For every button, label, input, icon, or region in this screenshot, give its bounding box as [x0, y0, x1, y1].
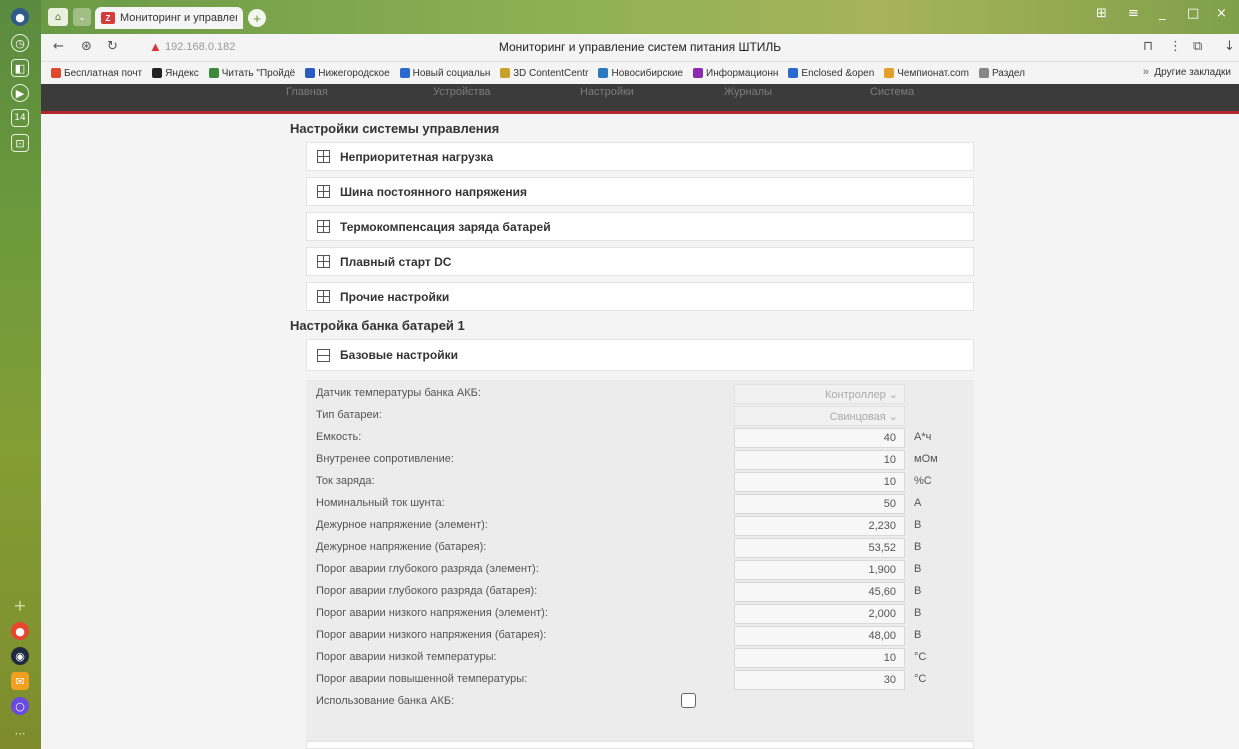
tab-menu-icon[interactable]: ⌄	[73, 8, 91, 26]
expand-icon[interactable]	[317, 255, 330, 268]
page-title: Мониторинг и управление систем питания Ш…	[498, 40, 782, 54]
bookmark-item[interactable]: Читать "Пройдё	[208, 68, 295, 79]
field-row: Номинальный ток шунта: 50 А	[316, 494, 956, 514]
field-row: Порог аварии низкого напряжения (батарея…	[316, 626, 956, 646]
bookmark-icon[interactable]: ⊓	[1143, 39, 1153, 54]
bookmarks-bar: Бесплатная почт Яндекс Читать "Пройдё Ни…	[41, 62, 1239, 84]
close-window-icon[interactable]: ×	[1216, 6, 1227, 21]
next-panel[interactable]	[306, 741, 974, 749]
more-bookmarks-icon[interactable]: »	[1143, 66, 1149, 78]
maximize-icon[interactable]: □	[1187, 6, 1199, 21]
use-battery-bank-checkbox[interactable]	[681, 693, 696, 708]
address-bar-row: ← ⊛ ↻ ▲ 192.168.0.182 Мониторинг и управ…	[41, 34, 1239, 62]
chat-app-icon[interactable]: ◉	[11, 647, 29, 665]
expand-icon[interactable]	[317, 220, 330, 233]
panel-soft-start[interactable]: Плавный старт DC	[306, 247, 974, 276]
float-voltage-cell-input[interactable]: 2,230	[734, 516, 905, 536]
expand-icon[interactable]	[317, 185, 330, 198]
download-icon[interactable]: ↓	[1224, 39, 1235, 54]
bookmark-item[interactable]: Нижегородское	[305, 68, 390, 79]
panel-thermo-comp[interactable]: Термокомпенсация заряда батарей	[306, 212, 974, 241]
calendar-icon[interactable]: 14	[11, 109, 29, 127]
bookmark-item[interactable]: Яндекс	[152, 68, 199, 79]
field-row: Дежурное напряжение (батарея): 53,52 В	[316, 538, 956, 558]
low-temp-input[interactable]: 10	[734, 648, 905, 668]
bookmark-item[interactable]: Enclosed &open	[788, 68, 874, 79]
mail-app-icon[interactable]: ✉	[11, 672, 29, 690]
nav-logs[interactable]: Журналы	[724, 86, 772, 98]
bookmark-item[interactable]: Новый социальн	[399, 68, 490, 79]
deep-discharge-cell-input[interactable]: 1,900	[734, 560, 905, 580]
bookmark-item[interactable]: Информационн	[693, 68, 778, 79]
bookmark-item[interactable]: 3D ContentCentr	[500, 68, 588, 79]
clock-icon[interactable]: ◷	[11, 34, 29, 52]
more-icon[interactable]: ⋯	[11, 724, 29, 742]
nav-devices[interactable]: Устройства	[433, 86, 491, 98]
field-row: Использование банка АКБ:	[316, 692, 956, 712]
battery-type-select[interactable]: Свинцовая ⌄	[734, 406, 905, 426]
expand-icon[interactable]	[317, 290, 330, 303]
app-nav: Главная Устройства Настройки Журналы Сис…	[41, 84, 1239, 114]
panel-other-settings[interactable]: Прочие настройки	[306, 282, 974, 311]
tab-title: Мониторинг и управлен ×	[120, 12, 237, 24]
capacity-input[interactable]: 40	[734, 428, 905, 448]
yandex-icon[interactable]: ●	[11, 8, 29, 26]
menu-icon[interactable]: ≡	[1128, 6, 1139, 21]
red-app-icon[interactable]: ●	[11, 622, 29, 640]
play-icon[interactable]: ▶	[11, 84, 29, 102]
tab-strip: ⌂ ⌄ Z Мониторинг и управлен × + ⊞ ≡ _ □ …	[41, 0, 1239, 34]
field-row: Порог аварии глубокого разряда (батарея)…	[316, 582, 956, 602]
gallery-icon[interactable]: ⊡	[11, 134, 29, 152]
expand-icon[interactable]	[317, 150, 330, 163]
temp-sensor-select[interactable]: Контроллер ⌄	[734, 384, 905, 404]
site-favicon-icon: Z	[101, 12, 115, 24]
field-row: Порог аварии низкого напряжения (элемент…	[316, 604, 956, 624]
main-content: Настройки системы управления Неприоритет…	[41, 117, 1239, 749]
low-voltage-battery-input[interactable]: 48,00	[734, 626, 905, 646]
new-tab-button[interactable]: +	[248, 9, 266, 27]
alice-icon[interactable]: ○	[11, 697, 29, 715]
panel-basic-settings[interactable]: Базовые настройки	[306, 339, 974, 371]
resistance-input[interactable]: 10	[734, 450, 905, 470]
field-row: Порог аварии глубокого разряда (элемент)…	[316, 560, 956, 580]
float-voltage-battery-input[interactable]: 53,52	[734, 538, 905, 558]
basic-settings-body: Датчик температуры банка АКБ: Контроллер…	[306, 380, 974, 741]
field-row: Тип батареи: Свинцовая ⌄	[316, 406, 956, 426]
panel-dc-bus[interactable]: Шина постоянного напряжения	[306, 177, 974, 206]
nav-system[interactable]: Система	[870, 86, 914, 98]
bookmark-item[interactable]: Новосибирские	[598, 68, 683, 79]
field-row: Датчик температуры банка АКБ: Контроллер…	[316, 384, 956, 404]
browser-sidebar: ● ◷ ◧ ▶ 14 ⊡ + ● ◉ ✉ ○ ⋯	[0, 0, 41, 749]
field-row: Дежурное напряжение (элемент): 2,230 В	[316, 516, 956, 536]
shunt-current-input[interactable]: 50	[734, 494, 905, 514]
field-row: Порог аварии низкой температуры: 10 °С	[316, 648, 956, 668]
field-row: Порог аварии повышенной температуры: 30 …	[316, 670, 956, 690]
nav-settings[interactable]: Настройки	[580, 86, 634, 98]
panel-nonpriority-load[interactable]: Неприоритетная нагрузка	[306, 142, 974, 171]
home-tab-icon[interactable]: ⌂	[48, 8, 68, 26]
section-title: Настройки системы управления	[290, 121, 500, 136]
collections-icon[interactable]: ◧	[11, 59, 29, 77]
bookmark-item[interactable]: Бесплатная почт	[51, 68, 142, 79]
deep-discharge-battery-input[interactable]: 45,60	[734, 582, 905, 602]
field-row: Внутренее сопротивление: 10 мОм	[316, 450, 956, 470]
other-bookmarks[interactable]: Другие закладки	[1154, 67, 1231, 78]
charge-current-input[interactable]: 10	[734, 472, 905, 492]
bookmark-item[interactable]: Чемпионат.com	[884, 68, 969, 79]
protect-icon[interactable]: ⊞	[1096, 6, 1107, 21]
reader-icon[interactable]: ⧉	[1193, 39, 1202, 54]
field-row: Емкость: 40 А*ч	[316, 428, 956, 448]
bookmark-item[interactable]: Раздел	[978, 68, 1025, 79]
collapse-icon[interactable]	[317, 348, 330, 362]
section-title: Настройка банка батарей 1	[290, 318, 465, 333]
more-vert-icon[interactable]: ⋮	[1169, 39, 1182, 54]
low-voltage-cell-input[interactable]: 2,000	[734, 604, 905, 624]
nav-main[interactable]: Главная	[286, 86, 328, 98]
minimize-icon[interactable]: _	[1159, 6, 1166, 21]
high-temp-input[interactable]: 30	[734, 670, 905, 690]
active-tab[interactable]: Z Мониторинг и управлен ×	[95, 7, 243, 29]
add-icon[interactable]: +	[11, 596, 29, 615]
field-row: Ток заряда: 10 %С	[316, 472, 956, 492]
